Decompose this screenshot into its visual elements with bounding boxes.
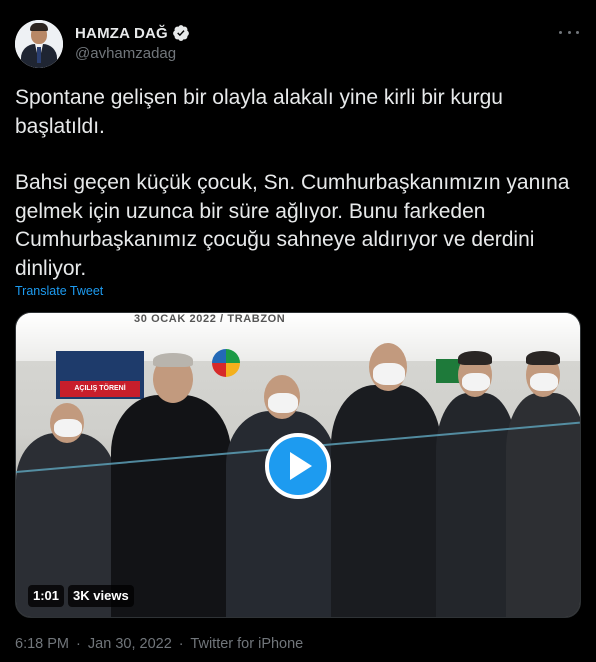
person xyxy=(111,353,231,617)
tweet-paragraph: Bahsi geçen küçük çocuk, Sn. Cumhurbaşka… xyxy=(15,171,570,280)
tweet-meta: 6:18 PM · Jan 30, 2022 · Twitter for iPh… xyxy=(15,636,306,652)
author-handle[interactable]: @avhamzadag xyxy=(75,45,176,62)
tweet-time[interactable]: 6:18 PM xyxy=(15,636,69,652)
tweet-text: Spontane gelişen bir olayla alakalı yine… xyxy=(15,84,580,283)
verified-badge-icon xyxy=(173,25,189,41)
tweet-date[interactable]: Jan 30, 2022 xyxy=(88,636,172,652)
author-display-name[interactable]: HAMZA DAĞ xyxy=(75,25,168,42)
person xyxy=(506,351,580,617)
person xyxy=(436,351,516,617)
banner-text: 30 OCAK 2022 / TRABZON xyxy=(134,313,286,325)
tweet-paragraph: Spontane gelişen bir olayla alakalı yine… xyxy=(15,86,503,138)
tweet-source[interactable]: Twitter for iPhone xyxy=(190,636,303,652)
more-horizontal-icon[interactable] xyxy=(559,24,579,40)
video-badges: 1:01 3K views xyxy=(28,585,134,607)
video-views: 3K views xyxy=(68,585,134,607)
avatar[interactable] xyxy=(15,20,63,68)
author-name-row[interactable]: HAMZA DAĞ xyxy=(75,24,190,42)
person xyxy=(331,343,441,617)
meta-separator: · xyxy=(178,636,184,652)
tweet-header: HAMZA DAĞ @avhamzadag xyxy=(15,20,581,70)
meta-separator: · xyxy=(76,636,81,652)
video-duration: 1:01 xyxy=(28,585,65,607)
person xyxy=(226,375,336,617)
video-player[interactable]: 30 OCAK 2022 / TRABZON AÇILIŞ TÖRENİ 1:0… xyxy=(15,312,581,618)
translate-tweet-link[interactable]: Translate Tweet xyxy=(15,284,103,298)
play-icon[interactable] xyxy=(265,433,331,499)
